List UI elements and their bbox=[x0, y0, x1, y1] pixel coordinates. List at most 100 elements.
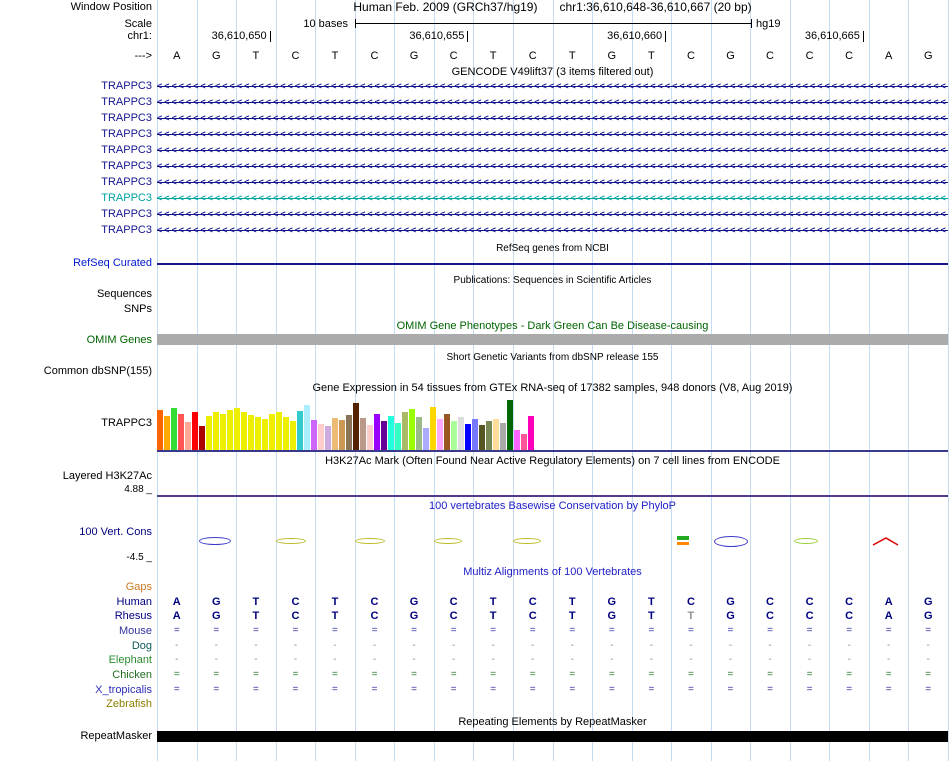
gtex-bar[interactable] bbox=[297, 411, 303, 450]
gtex-bar[interactable] bbox=[206, 416, 212, 450]
gtex-bar[interactable] bbox=[325, 426, 331, 450]
multiz-species-label[interactable]: Chicken bbox=[0, 669, 152, 681]
phylop-glyph[interactable] bbox=[794, 538, 818, 544]
gtex-bar[interactable] bbox=[332, 418, 338, 450]
gtex-bar[interactable] bbox=[528, 416, 534, 450]
gtex-bar[interactable] bbox=[514, 430, 520, 450]
gtex-bar[interactable] bbox=[500, 423, 506, 450]
phylop-glyph[interactable] bbox=[872, 536, 899, 546]
phylop-glyph[interactable] bbox=[677, 536, 689, 540]
h3k27ac-label[interactable]: Layered H3K27Ac bbox=[0, 470, 152, 483]
gtex-bar[interactable] bbox=[304, 405, 310, 450]
gtex-bar[interactable] bbox=[402, 412, 408, 450]
cons-track-label[interactable]: 100 Vert. Cons bbox=[0, 526, 152, 539]
gtex-bar[interactable] bbox=[262, 419, 268, 450]
gtex-bar[interactable] bbox=[178, 414, 184, 450]
gtex-bar[interactable] bbox=[339, 420, 345, 450]
repeatmasker-label[interactable]: RepeatMasker bbox=[0, 730, 152, 743]
gencode-gene-arrows[interactable]: <<<<<<<<<<<<<<<<<<<<<<<<<<<<<<<<<<<<<<<<… bbox=[157, 128, 948, 141]
gtex-bar[interactable] bbox=[353, 403, 359, 450]
gtex-bar[interactable] bbox=[192, 412, 198, 450]
gencode-gene-label[interactable]: TRAPPC3 bbox=[0, 112, 152, 124]
gtex-bar[interactable] bbox=[360, 418, 366, 450]
gencode-gene-arrows[interactable]: <<<<<<<<<<<<<<<<<<<<<<<<<<<<<<<<<<<<<<<<… bbox=[157, 208, 948, 221]
gtex-bar[interactable] bbox=[220, 414, 226, 450]
gencode-gene-arrows[interactable]: <<<<<<<<<<<<<<<<<<<<<<<<<<<<<<<<<<<<<<<<… bbox=[157, 96, 948, 109]
gtex-bar-chart[interactable] bbox=[157, 398, 948, 450]
gtex-bar[interactable] bbox=[234, 408, 240, 450]
gtex-bar[interactable] bbox=[465, 424, 471, 450]
gencode-gene-label[interactable]: TRAPPC3 bbox=[0, 144, 152, 156]
gencode-gene-label[interactable]: TRAPPC3 bbox=[0, 224, 152, 236]
snps-label[interactable]: SNPs bbox=[0, 303, 152, 316]
omim-genes-label[interactable]: OMIM Genes bbox=[0, 334, 152, 347]
gencode-gene-arrows[interactable]: <<<<<<<<<<<<<<<<<<<<<<<<<<<<<<<<<<<<<<<<… bbox=[157, 80, 948, 93]
gtex-bar[interactable] bbox=[157, 410, 163, 450]
gencode-gene-label[interactable]: TRAPPC3 bbox=[0, 128, 152, 140]
multiz-species-label[interactable]: Human bbox=[0, 596, 152, 608]
gtex-bar[interactable] bbox=[346, 415, 352, 450]
dbsnp-label[interactable]: Common dbSNP(155) bbox=[0, 365, 152, 378]
multiz-species-label[interactable]: Dog bbox=[0, 640, 152, 652]
multiz-species-label[interactable]: Rhesus bbox=[0, 610, 152, 622]
sequences-label[interactable]: Sequences bbox=[0, 288, 152, 301]
gencode-gene-arrows[interactable]: <<<<<<<<<<<<<<<<<<<<<<<<<<<<<<<<<<<<<<<<… bbox=[157, 144, 948, 157]
gtex-bar[interactable] bbox=[507, 400, 513, 450]
gtex-bar[interactable] bbox=[171, 408, 177, 450]
multiz-species-label[interactable]: Zebrafish bbox=[0, 698, 152, 710]
multiz-species-label[interactable]: Gaps bbox=[0, 581, 152, 593]
multiz-species-label[interactable]: Elephant bbox=[0, 654, 152, 666]
phylop-glyph[interactable] bbox=[513, 538, 541, 544]
gencode-gene-label[interactable]: TRAPPC3 bbox=[0, 192, 152, 204]
gtex-bar[interactable] bbox=[367, 425, 373, 450]
gencode-gene-label[interactable]: TRAPPC3 bbox=[0, 208, 152, 220]
h3k27ac-baseline[interactable] bbox=[157, 495, 948, 497]
gtex-bar[interactable] bbox=[311, 420, 317, 450]
gencode-gene-label[interactable]: TRAPPC3 bbox=[0, 160, 152, 172]
gtex-bar[interactable] bbox=[213, 412, 219, 450]
multiz-species-label[interactable]: X_tropicalis bbox=[0, 684, 152, 696]
gtex-bar[interactable] bbox=[227, 410, 233, 450]
gtex-bar[interactable] bbox=[290, 421, 296, 450]
gtex-bar[interactable] bbox=[451, 421, 457, 450]
gtex-bar[interactable] bbox=[185, 422, 191, 450]
gtex-bar[interactable] bbox=[199, 426, 205, 450]
repeatmasker-bar[interactable] bbox=[157, 731, 948, 742]
gencode-gene-arrows[interactable]: <<<<<<<<<<<<<<<<<<<<<<<<<<<<<<<<<<<<<<<<… bbox=[157, 176, 948, 189]
gtex-bar[interactable] bbox=[472, 419, 478, 450]
gtex-bar[interactable] bbox=[423, 428, 429, 450]
gencode-gene-arrows[interactable]: <<<<<<<<<<<<<<<<<<<<<<<<<<<<<<<<<<<<<<<<… bbox=[157, 224, 948, 237]
gtex-bar[interactable] bbox=[269, 414, 275, 450]
refseq-curated-label[interactable]: RefSeq Curated bbox=[0, 257, 152, 270]
phylop-glyph[interactable] bbox=[714, 535, 748, 547]
refseq-curated-line[interactable] bbox=[157, 263, 948, 265]
gtex-bar[interactable] bbox=[458, 417, 464, 450]
phylop-glyph[interactable] bbox=[199, 537, 231, 545]
gtex-bar[interactable] bbox=[164, 416, 170, 450]
phylop-glyph[interactable] bbox=[355, 538, 385, 544]
gencode-gene-label[interactable]: TRAPPC3 bbox=[0, 96, 152, 108]
gtex-bar[interactable] bbox=[374, 414, 380, 450]
phylop-glyph[interactable] bbox=[434, 538, 462, 544]
gencode-gene-label[interactable]: TRAPPC3 bbox=[0, 80, 152, 92]
phylop-glyph[interactable] bbox=[677, 542, 689, 545]
gtex-bar[interactable] bbox=[395, 423, 401, 450]
gtex-bar[interactable] bbox=[241, 412, 247, 450]
gtex-bar[interactable] bbox=[283, 417, 289, 450]
gtex-bar[interactable] bbox=[437, 419, 443, 450]
phylop-glyph[interactable] bbox=[276, 538, 306, 544]
gtex-bar[interactable] bbox=[521, 434, 527, 450]
gtex-bar[interactable] bbox=[388, 416, 394, 450]
gtex-bar[interactable] bbox=[486, 421, 492, 450]
gtex-bar[interactable] bbox=[381, 421, 387, 450]
gtex-bar[interactable] bbox=[493, 419, 499, 450]
gtex-bar[interactable] bbox=[248, 415, 254, 450]
gtex-bar[interactable] bbox=[276, 412, 282, 450]
gtex-bar[interactable] bbox=[416, 417, 422, 450]
gtex-bar[interactable] bbox=[430, 407, 436, 450]
multiz-species-label[interactable]: Mouse bbox=[0, 625, 152, 637]
gtex-track-label[interactable]: TRAPPC3 bbox=[0, 417, 152, 430]
gtex-bar[interactable] bbox=[255, 417, 261, 450]
gencode-gene-label[interactable]: TRAPPC3 bbox=[0, 176, 152, 188]
gtex-bar[interactable] bbox=[444, 414, 450, 450]
